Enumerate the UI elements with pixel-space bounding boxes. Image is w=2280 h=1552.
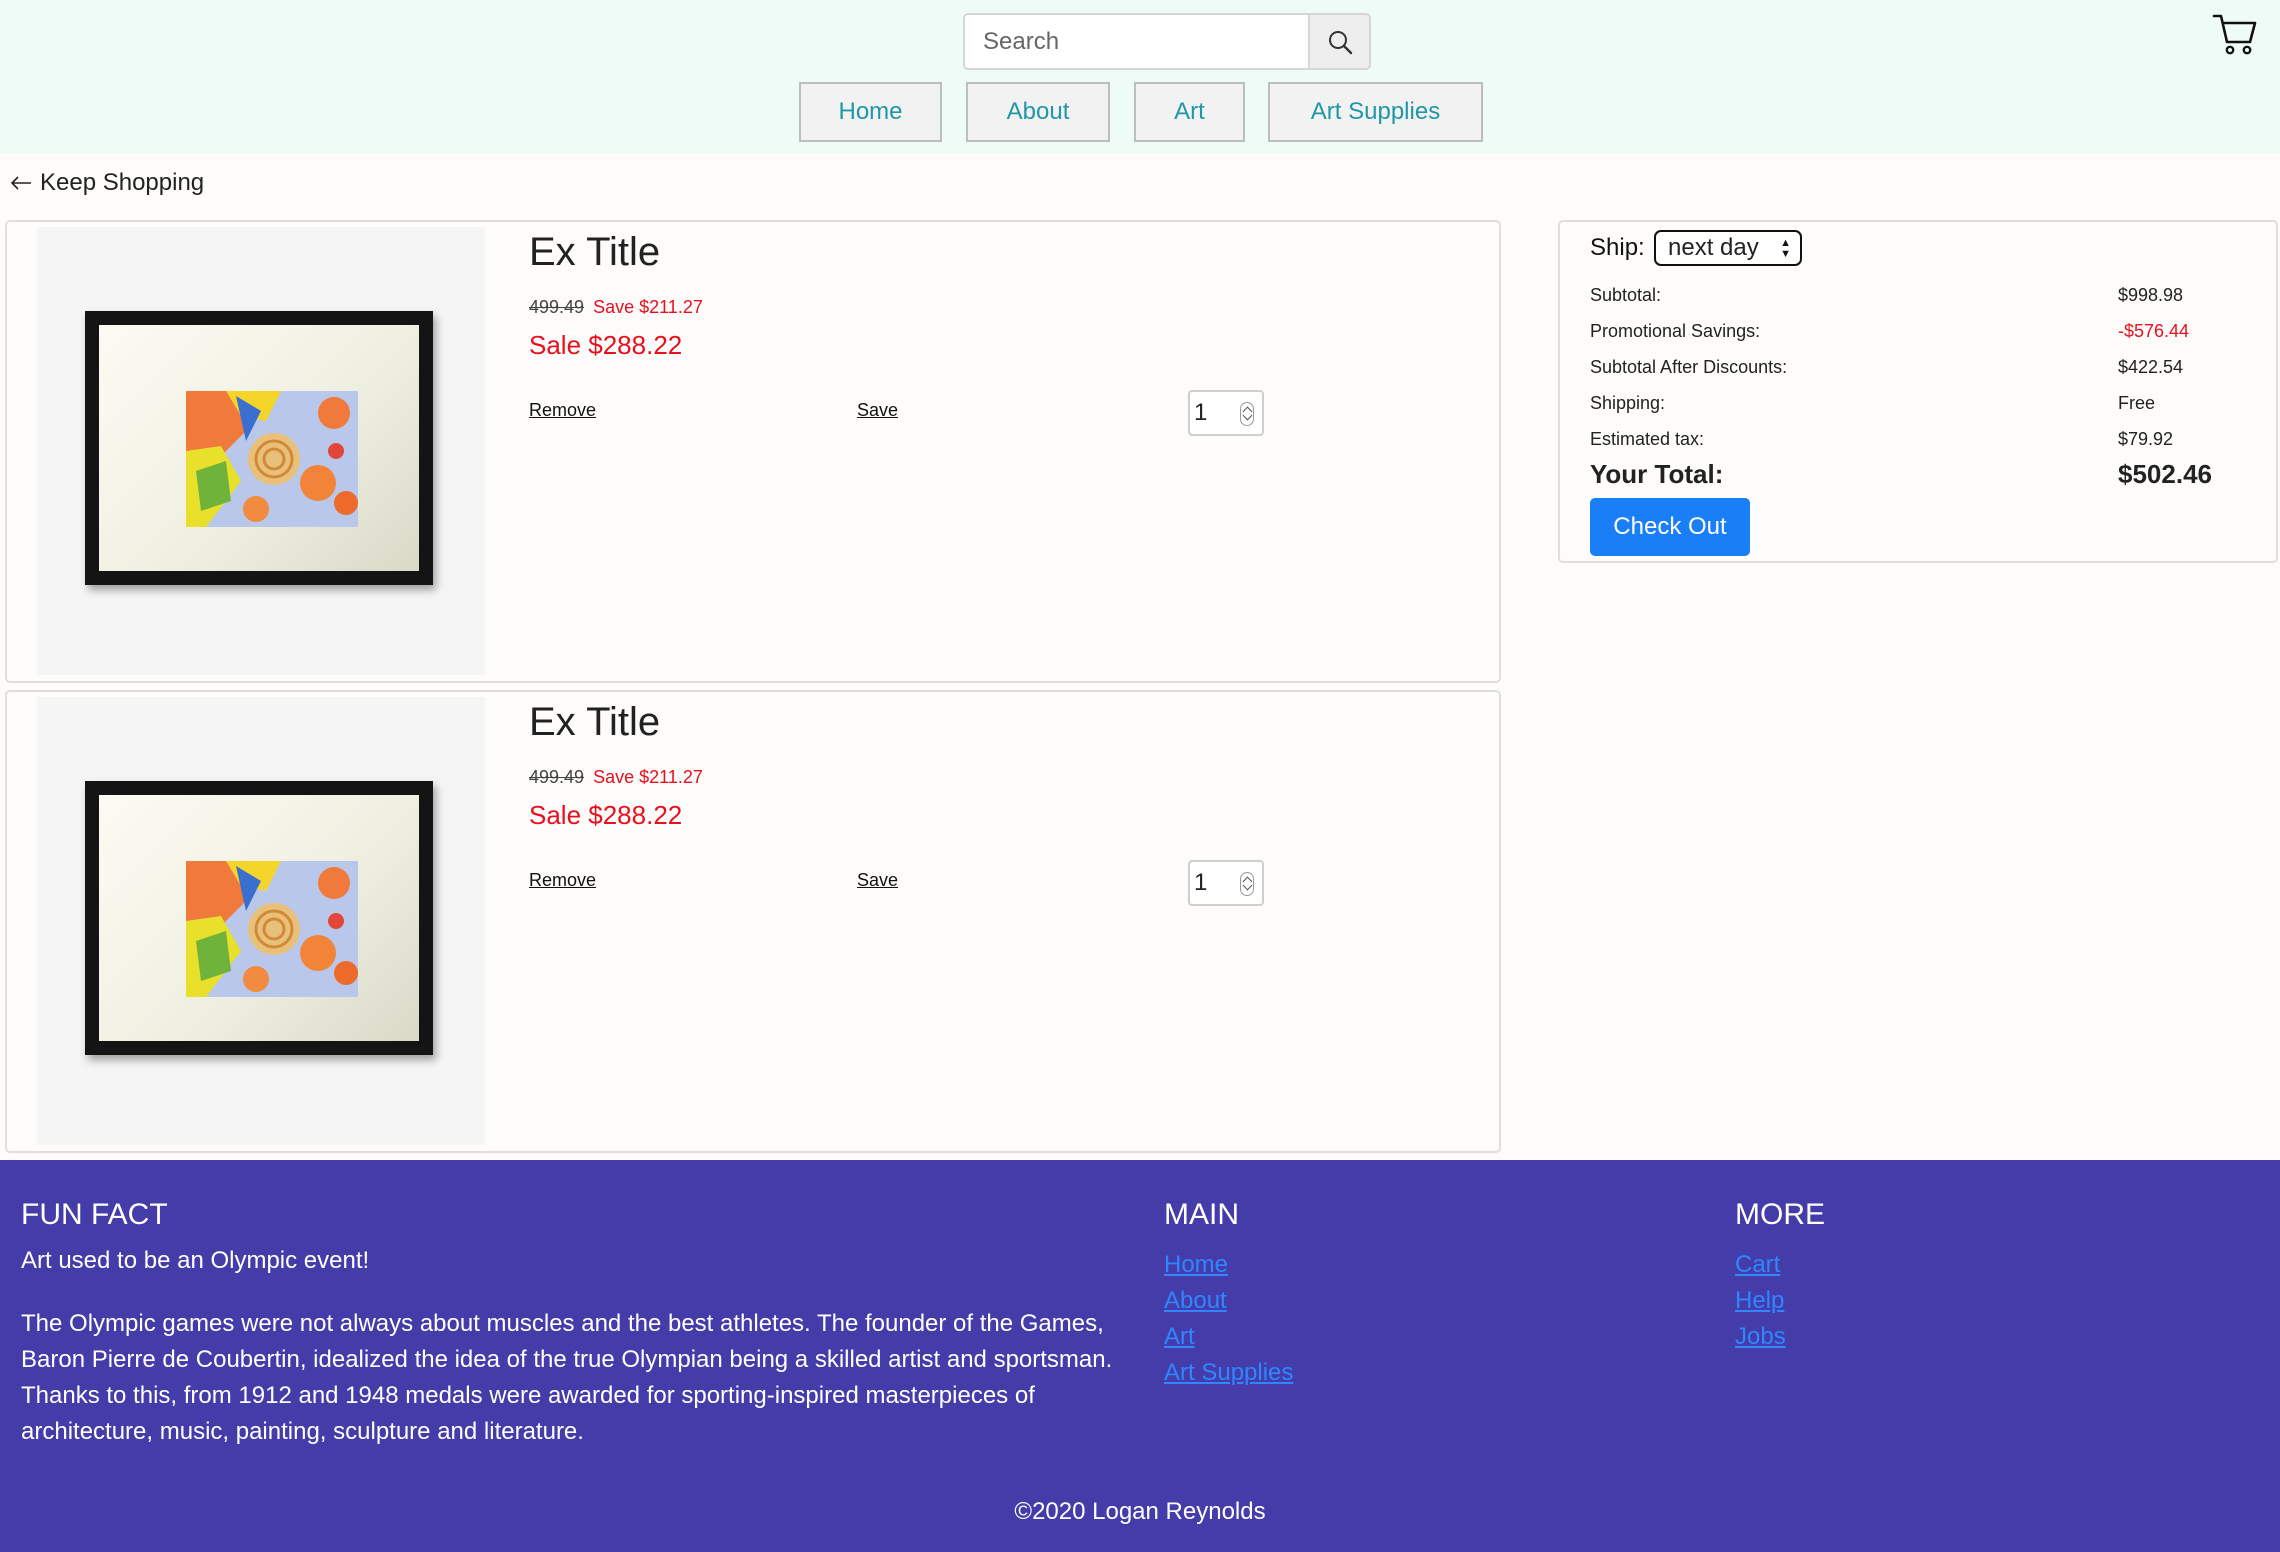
savings-amount: Save $211.27: [593, 767, 703, 787]
picture-frame: [85, 781, 433, 1055]
save-for-later-link[interactable]: Save: [857, 870, 898, 891]
picture-frame: [85, 311, 433, 585]
product-image[interactable]: [37, 697, 485, 1145]
sale-price: Sale $288.22: [529, 800, 683, 830]
search-icon: [1328, 30, 1352, 54]
keep-shopping-link[interactable]: Keep Shopping: [10, 169, 204, 197]
nav-art-supplies-button[interactable]: Art Supplies: [1268, 82, 1483, 142]
keep-shopping-label: Keep Shopping: [40, 169, 205, 196]
search-button[interactable]: [1308, 13, 1371, 70]
total-value: $502.46: [2118, 459, 2212, 489]
product-image[interactable]: [37, 227, 485, 675]
nav-home-button[interactable]: Home: [799, 82, 942, 142]
item-title[interactable]: Ex Title: [529, 230, 660, 275]
original-price: 499.49: [529, 297, 585, 317]
footer-link-help[interactable]: Help: [1735, 1283, 1786, 1319]
copyright: ©2020 Logan Reynolds: [1014, 1498, 1266, 1525]
fun-fact-subheading: Art used to be an Olympic event!: [21, 1247, 370, 1274]
site-header: Home About Art Art Supplies: [0, 0, 2280, 153]
main-nav: Home About Art Art Supplies: [0, 82, 2280, 142]
footer-link-cart[interactable]: Cart: [1735, 1247, 1786, 1283]
ship-label: Ship:: [1590, 234, 1645, 261]
footer-link-jobs[interactable]: Jobs: [1735, 1319, 1786, 1355]
subtotal-after-discounts-value: $422.54: [2118, 357, 2184, 377]
nav-about-button[interactable]: About: [966, 82, 1110, 142]
search-input[interactable]: [963, 13, 1308, 70]
sale-price: Sale $288.22: [529, 330, 683, 360]
save-for-later-link[interactable]: Save: [857, 400, 898, 421]
quantity-stepper[interactable]: 1: [1188, 390, 1264, 436]
search-bar: [963, 13, 1371, 70]
promo-savings-value: -$576.44: [2118, 321, 2190, 341]
subtotal-label: Subtotal:: [1590, 285, 1662, 305]
fun-fact-heading: FUN FACT: [21, 1198, 168, 1231]
shipping-select[interactable]: next day ▲ ▼: [1654, 230, 1802, 266]
select-arrows-icon: ▲ ▼: [1780, 237, 1791, 260]
fun-fact-text: The Olympic games were not always about …: [21, 1310, 1113, 1445]
subtotal-after-discounts-label: Subtotal After Discounts:: [1590, 357, 1788, 377]
savings-amount: Save $211.27: [593, 297, 703, 317]
check-out-button[interactable]: Check Out: [1590, 498, 1750, 556]
artwork-image: [186, 861, 358, 997]
footer-link-art-supplies[interactable]: Art Supplies: [1164, 1355, 1293, 1391]
item-price-line: 499.49 Save $211.27: [529, 297, 703, 318]
nav-art-button[interactable]: Art: [1134, 82, 1245, 142]
footer-link-home[interactable]: Home: [1164, 1247, 1293, 1283]
estimated-tax-label: Estimated tax:: [1590, 429, 1705, 449]
shipping-selected-value: next day: [1668, 234, 1759, 261]
cart-item: Ex Title 499.49 Save $211.27 Sale $288.2…: [5, 690, 1501, 1153]
cart-icon[interactable]: [2212, 11, 2258, 57]
footer-link-about[interactable]: About: [1164, 1283, 1293, 1319]
item-title[interactable]: Ex Title: [529, 700, 660, 745]
shipping-label: Shipping:: [1590, 393, 1666, 413]
cart-item: Ex Title 499.49 Save $211.27 Sale $288.2…: [5, 220, 1501, 683]
quantity-stepper[interactable]: 1: [1188, 860, 1264, 906]
arrow-left-icon: [10, 176, 31, 190]
stepper-arrows-icon[interactable]: [1240, 402, 1254, 426]
promo-savings-label: Promotional Savings:: [1590, 321, 1761, 341]
remove-link[interactable]: Remove: [529, 400, 596, 421]
item-price-line: 499.49 Save $211.27: [529, 767, 703, 788]
artwork-image: [186, 391, 358, 527]
subtotal-value: $998.98: [2118, 285, 2184, 305]
more-heading: MORE: [1735, 1198, 1825, 1231]
estimated-tax-value: $79.92: [2118, 429, 2174, 449]
footer-link-art[interactable]: Art: [1164, 1319, 1293, 1355]
shipping-value: Free: [2118, 393, 2156, 413]
stepper-arrows-icon[interactable]: [1240, 872, 1254, 896]
quantity-value: 1: [1194, 399, 1208, 426]
quantity-value: 1: [1194, 869, 1208, 896]
original-price: 499.49: [529, 767, 585, 787]
more-links: Cart Help Jobs: [1735, 1247, 1786, 1355]
main-links: Home About Art Art Supplies: [1164, 1247, 1293, 1391]
site-footer: FUN FACT Art used to be an Olympic event…: [0, 1160, 2280, 1552]
remove-link[interactable]: Remove: [529, 870, 596, 891]
order-summary: Ship: next day ▲ ▼ Subtotal: $998.98 Prom…: [1558, 220, 2278, 563]
total-label: Your Total:: [1590, 459, 1724, 489]
main-heading: MAIN: [1164, 1198, 1239, 1231]
